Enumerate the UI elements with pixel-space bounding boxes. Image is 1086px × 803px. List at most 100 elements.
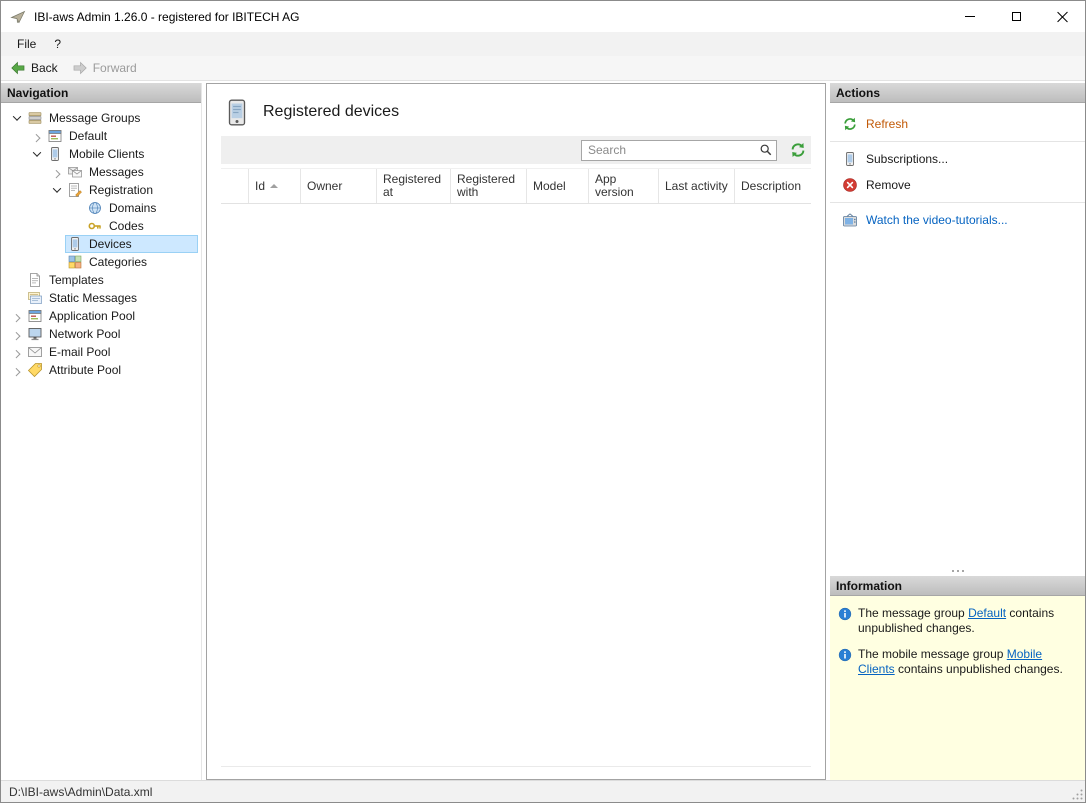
resize-grip[interactable] bbox=[1072, 789, 1083, 800]
search-row bbox=[221, 136, 811, 164]
tree-item-codes[interactable]: Codes bbox=[1, 217, 201, 235]
column-header-id[interactable]: Id bbox=[249, 169, 301, 203]
chevron-right-icon[interactable] bbox=[9, 326, 25, 342]
tree-item-categories[interactable]: Categories bbox=[1, 253, 201, 271]
chevron-down-icon[interactable] bbox=[9, 110, 25, 126]
refresh-icon bbox=[842, 116, 858, 132]
page-title: Registered devices bbox=[263, 103, 400, 120]
application-pool-icon bbox=[27, 308, 43, 324]
message-group-icon bbox=[47, 128, 63, 144]
chevron-right-icon[interactable] bbox=[29, 128, 45, 144]
email-pool-icon bbox=[27, 344, 43, 360]
tree-item-message-groups[interactable]: Message Groups bbox=[1, 109, 201, 127]
action-refresh-label: Refresh bbox=[866, 117, 909, 131]
actions-header: Actions bbox=[830, 83, 1085, 103]
action-remove[interactable]: Remove bbox=[830, 172, 1085, 198]
tree-item-email-pool[interactable]: E-mail Pool bbox=[1, 343, 201, 361]
navigation-header: Navigation bbox=[1, 83, 201, 103]
content-title-row: Registered devices bbox=[207, 84, 825, 136]
search-input[interactable] bbox=[581, 139, 777, 161]
chevron-right-icon[interactable] bbox=[9, 362, 25, 378]
minimize-icon bbox=[965, 16, 975, 17]
action-video-tutorials[interactable]: Watch the video-tutorials... bbox=[830, 207, 1085, 233]
tree-item-label: Mobile Clients bbox=[69, 147, 145, 161]
maximize-button[interactable] bbox=[993, 1, 1039, 32]
chevron-right-icon[interactable] bbox=[9, 308, 25, 324]
main-area: Navigation Message Groups Default Mobile… bbox=[1, 81, 1085, 780]
chevron-down-icon[interactable] bbox=[49, 182, 65, 198]
search-icon[interactable] bbox=[759, 143, 773, 157]
tree-item-label: Attribute Pool bbox=[49, 363, 122, 377]
actions-divider bbox=[830, 141, 1085, 142]
chevron-right-icon[interactable] bbox=[9, 344, 25, 360]
navigation-tree: Message Groups Default Mobile Clients Me… bbox=[1, 103, 201, 780]
navigation-panel: Navigation Message Groups Default Mobile… bbox=[1, 83, 202, 780]
sort-ascending-icon bbox=[270, 184, 279, 188]
forward-button[interactable]: Forward bbox=[72, 60, 137, 76]
registration-icon bbox=[67, 182, 83, 198]
menu-help[interactable]: ? bbox=[45, 32, 70, 56]
video-tutorials-icon bbox=[842, 212, 858, 228]
tree-item-network-pool[interactable]: Network Pool bbox=[1, 325, 201, 343]
column-header-registered-with[interactable]: Registered with bbox=[451, 169, 527, 203]
tree-item-default[interactable]: Default bbox=[1, 127, 201, 145]
panel-splitter[interactable] bbox=[830, 566, 1085, 576]
column-header-description[interactable]: Description bbox=[735, 169, 811, 203]
refresh-icon bbox=[789, 141, 807, 159]
actions-body: Refresh Subscriptions... Remove Watch th… bbox=[830, 103, 1085, 566]
tree-item-label: Network Pool bbox=[49, 327, 121, 341]
column-header-app-version[interactable]: App version bbox=[589, 169, 659, 203]
action-refresh[interactable]: Refresh bbox=[830, 111, 1085, 137]
tree-item-domains[interactable]: Domains bbox=[1, 199, 201, 217]
tree-item-label: Templates bbox=[49, 273, 104, 287]
tree-item-mobile-clients[interactable]: Mobile Clients bbox=[1, 145, 201, 163]
column-label: Description bbox=[741, 178, 802, 193]
tree-item-registration[interactable]: Registration bbox=[1, 181, 201, 199]
action-subscriptions-label: Subscriptions... bbox=[866, 152, 949, 166]
info-text: The message group Default contains unpub… bbox=[858, 606, 1055, 635]
close-button[interactable] bbox=[1039, 1, 1085, 32]
templates-icon bbox=[27, 272, 43, 288]
tree-item-application-pool[interactable]: Application Pool bbox=[1, 307, 201, 325]
chevron-down-icon[interactable] bbox=[29, 146, 45, 162]
back-button[interactable]: Back bbox=[10, 60, 58, 76]
column-label: Registered at bbox=[383, 172, 442, 199]
actions-divider bbox=[830, 202, 1085, 203]
devices-table-body[interactable] bbox=[221, 204, 811, 767]
tree-item-templates[interactable]: Templates bbox=[1, 271, 201, 289]
tree-item-label: Categories bbox=[89, 255, 148, 269]
tree-item-attribute-pool[interactable]: Attribute Pool bbox=[1, 361, 201, 379]
tree-item-static-messages[interactable]: Static Messages bbox=[1, 289, 201, 307]
tree-item-label: Registration bbox=[89, 183, 154, 197]
column-header-model[interactable]: Model bbox=[527, 169, 589, 203]
registered-devices-icon bbox=[225, 99, 249, 126]
column-header-registered-at[interactable]: Registered at bbox=[377, 169, 451, 203]
information-header: Information bbox=[830, 576, 1085, 596]
table-corner-cell[interactable] bbox=[221, 169, 249, 203]
default-group-link[interactable]: Default bbox=[968, 606, 1006, 620]
column-header-last-activity[interactable]: Last activity bbox=[659, 169, 735, 203]
content-panel: Registered devices Id Owner Registere bbox=[206, 83, 826, 780]
minimize-button[interactable] bbox=[947, 1, 993, 32]
menu-file[interactable]: File bbox=[8, 32, 45, 56]
info-icon bbox=[838, 648, 852, 662]
static-messages-icon bbox=[27, 290, 43, 306]
column-label: Model bbox=[533, 178, 566, 193]
tree-item-label: Message Groups bbox=[49, 111, 141, 125]
column-header-owner[interactable]: Owner bbox=[301, 169, 377, 203]
network-pool-icon bbox=[27, 326, 43, 342]
devices-icon bbox=[67, 236, 83, 252]
categories-icon bbox=[67, 254, 83, 270]
column-label: Registered with bbox=[457, 172, 516, 199]
action-remove-label: Remove bbox=[866, 178, 911, 192]
tree-item-devices[interactable]: Devices bbox=[1, 235, 201, 253]
data-file-path: D:\IBI-aws\Admin\Data.xml bbox=[9, 784, 153, 799]
chevron-right-icon[interactable] bbox=[49, 164, 65, 180]
titlebar: IBI-aws Admin 1.26.0 - registered for IB… bbox=[1, 1, 1085, 32]
column-label: Last activity bbox=[665, 178, 728, 193]
tree-item-messages[interactable]: Messages bbox=[1, 163, 201, 181]
window-title: IBI-aws Admin 1.26.0 - registered for IB… bbox=[34, 9, 300, 24]
table-refresh-button[interactable] bbox=[789, 141, 807, 159]
forward-icon bbox=[72, 60, 88, 76]
action-subscriptions[interactable]: Subscriptions... bbox=[830, 146, 1085, 172]
